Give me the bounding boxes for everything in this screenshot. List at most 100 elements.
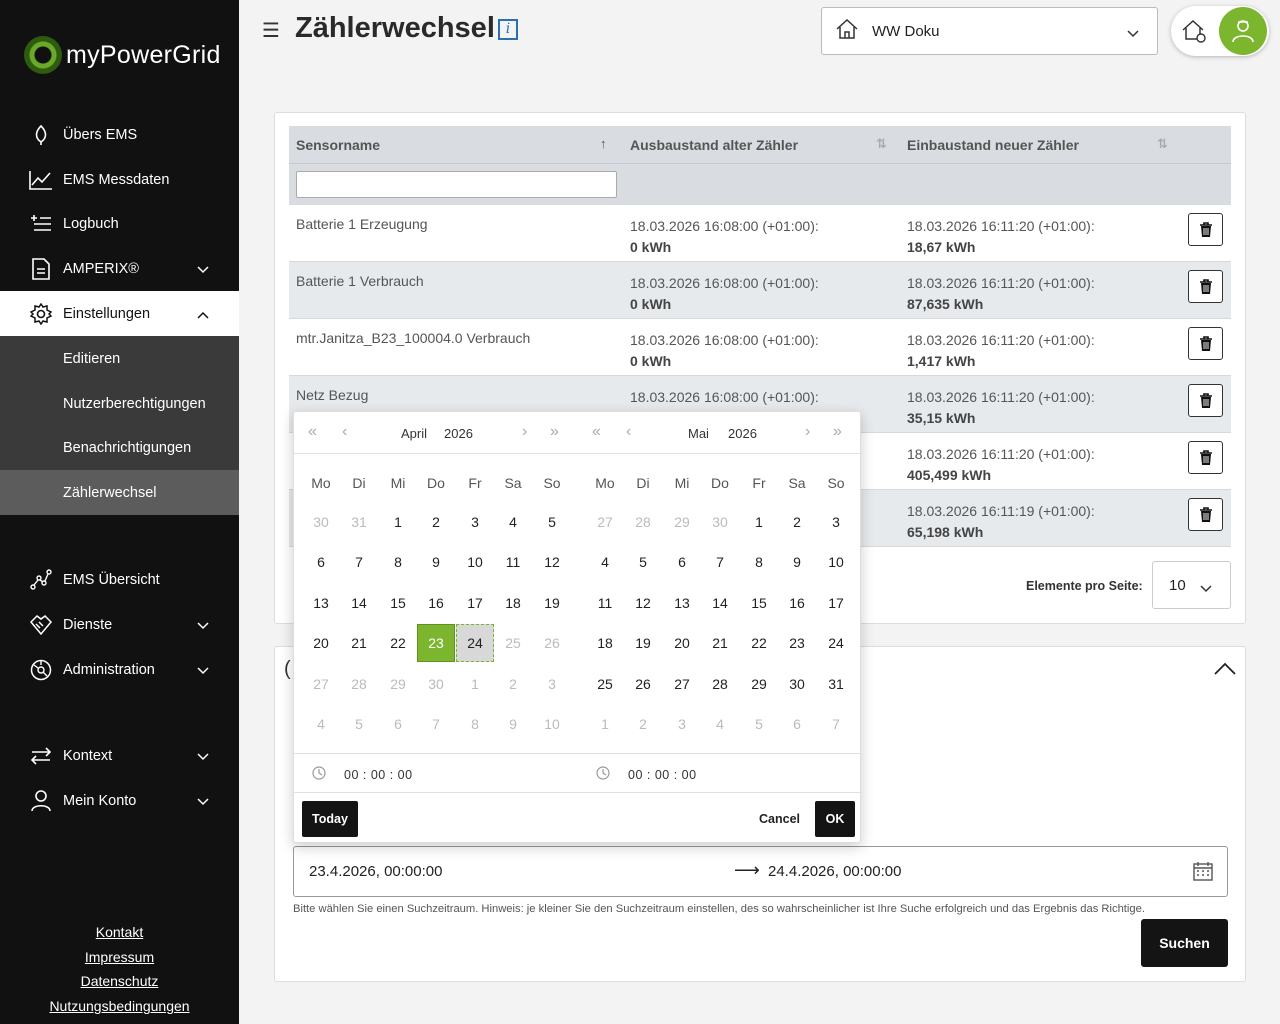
sidebar-item-dienste[interactable]: Dienste [0,602,239,647]
logo[interactable]: myPowerGrid [24,36,221,74]
time-right-value[interactable]: 00 : 00 : 00 [628,768,697,782]
calendar-day-left[interactable]: 26 [533,624,571,662]
sensorname-filter-input[interactable] [296,171,617,198]
calendar-day-right[interactable]: 2 [778,503,816,541]
footer-link-kontakt[interactable]: Kontakt [0,920,239,945]
calendar-day-left[interactable]: 10 [533,705,571,743]
sidebar-item-logbuch[interactable]: Logbuch [0,201,239,246]
delete-button[interactable] [1188,327,1223,360]
calendar-day-left[interactable]: 2 [417,503,455,541]
site-select[interactable]: WW Doku [821,7,1158,55]
calendar-day-right[interactable]: 23 [778,624,816,662]
calendar-day-left[interactable]: 14 [340,584,378,622]
calendar-day-right[interactable]: 3 [817,503,855,541]
calendar-day-right[interactable]: 30 [778,665,816,703]
calendar-day-right[interactable]: 15 [740,584,778,622]
sidebar-subitem-editieren[interactable]: Editieren [0,336,239,381]
picker-month-left[interactable]: April [401,426,427,441]
calendar-day-right[interactable]: 10 [817,543,855,581]
sidebar-item-ems-messdaten[interactable]: EMS Messdaten [0,157,239,202]
next-month-icon[interactable]: › [522,423,527,441]
calendar-day-left[interactable]: 15 [379,584,417,622]
next-month-icon[interactable]: › [805,423,810,441]
column-header-ausbaustand[interactable]: Ausbaustand alter Zähler [630,137,798,153]
picker-month-right[interactable]: Mai [688,426,709,441]
calendar-day-right[interactable]: 1 [586,705,624,743]
next-year-icon[interactable]: » [833,423,842,441]
calendar-day-right[interactable]: 1 [740,503,778,541]
sidebar-item-administration[interactable]: Administration [0,647,239,692]
calendar-day-right[interactable]: 28 [624,503,662,541]
calendar-day-left[interactable]: 1 [379,503,417,541]
footer-link-impressum[interactable]: Impressum [0,945,239,970]
calendar-day-left[interactable]: 25 [494,624,532,662]
calendar-day-right[interactable]: 13 [663,584,701,622]
calendar-day-left[interactable]: 10 [456,543,494,581]
column-header-sensorname[interactable]: Sensorname [296,137,380,153]
calendar-day-right[interactable]: 4 [701,705,739,743]
calendar-day-right[interactable]: 27 [663,665,701,703]
calendar-day-left[interactable]: 4 [494,503,532,541]
calendar-day-right[interactable]: 3 [663,705,701,743]
calendar-day-left[interactable]: 7 [340,543,378,581]
calendar-day-left[interactable]: 7 [417,705,455,743]
picker-year-left[interactable]: 2026 [444,426,473,441]
date-range-input[interactable]: 23.4.2026, 00:00:00 ⟶ 24.4.2026, 00:00:0… [293,846,1228,897]
calendar-day-left[interactable]: 9 [417,543,455,581]
home-network-icon[interactable] [1181,18,1207,49]
cancel-button[interactable]: Cancel [759,812,800,826]
sidebar-item-kontext[interactable]: Kontext [0,733,239,778]
time-left-value[interactable]: 00 : 00 : 00 [344,768,413,782]
calendar-day-left[interactable]: 21 [340,624,378,662]
per-page-select[interactable]: 10 [1152,561,1231,609]
calendar-day-left[interactable]: 30 [302,503,340,541]
search-button[interactable]: Suchen [1141,919,1228,967]
sort-asc-icon[interactable]: ↑ [600,136,607,151]
calendar-day-left[interactable]: 5 [533,503,571,541]
calendar-day-left[interactable]: 6 [379,705,417,743]
footer-link-datenschutz[interactable]: Datenschutz [0,969,239,994]
delete-button[interactable] [1188,384,1223,417]
prev-month-icon[interactable]: ‹ [342,423,347,441]
delete-button[interactable] [1188,270,1223,303]
calendar-day-right[interactable]: 27 [586,503,624,541]
delete-button[interactable] [1188,441,1223,474]
sidebar-item-uebers-ems[interactable]: Übers EMS [0,112,239,157]
calendar-day-left[interactable]: 1 [456,665,494,703]
calendar-day-right[interactable]: 8 [740,543,778,581]
calendar-day-right[interactable]: 6 [663,543,701,581]
calendar-day-right[interactable]: 22 [740,624,778,662]
calendar-day-left[interactable]: 12 [533,543,571,581]
calendar-day-right[interactable]: 29 [663,503,701,541]
calendar-day-left[interactable]: 19 [533,584,571,622]
calendar-day-right[interactable]: 31 [817,665,855,703]
calendar-day-left[interactable]: 28 [340,665,378,703]
calendar-day-left[interactable]: 3 [456,503,494,541]
picker-year-right[interactable]: 2026 [728,426,757,441]
delete-button[interactable] [1188,213,1223,246]
sidebar-subitem-benachrichtigungen[interactable]: Benachrichtigungen [0,425,239,470]
calendar-day-left[interactable]: 23 [417,624,455,662]
calendar-day-right[interactable]: 29 [740,665,778,703]
calendar-day-right[interactable]: 7 [817,705,855,743]
prev-month-icon[interactable]: ‹ [626,423,631,441]
hamburger-menu-icon[interactable]: ☰ [262,18,280,43]
calendar-day-left[interactable]: 13 [302,584,340,622]
sidebar-subitem-zaehlerwechsel[interactable]: Zählerwechsel [0,470,239,515]
calendar-day-left[interactable]: 24 [456,624,494,662]
calendar-day-left[interactable]: 31 [340,503,378,541]
calendar-day-left[interactable]: 8 [379,543,417,581]
calendar-day-left[interactable]: 16 [417,584,455,622]
sidebar-item-mein-konto[interactable]: Mein Konto [0,778,239,823]
calendar-day-right[interactable]: 5 [740,705,778,743]
sort-icon[interactable]: ⇅ [876,136,887,152]
calendar-day-left[interactable]: 30 [417,665,455,703]
sidebar-item-ems-uebersicht[interactable]: EMS Übersicht [0,557,239,602]
calendar-day-right[interactable]: 5 [624,543,662,581]
prev-year-icon[interactable]: « [592,423,601,441]
prev-year-icon[interactable]: « [308,423,317,441]
calendar-day-right[interactable]: 25 [586,665,624,703]
sidebar-subitem-nutzerberechtigungen[interactable]: Nutzerberechtigungen [0,381,239,426]
calendar-day-left[interactable]: 17 [456,584,494,622]
column-header-einbaustand[interactable]: Einbaustand neuer Zähler [907,137,1079,153]
